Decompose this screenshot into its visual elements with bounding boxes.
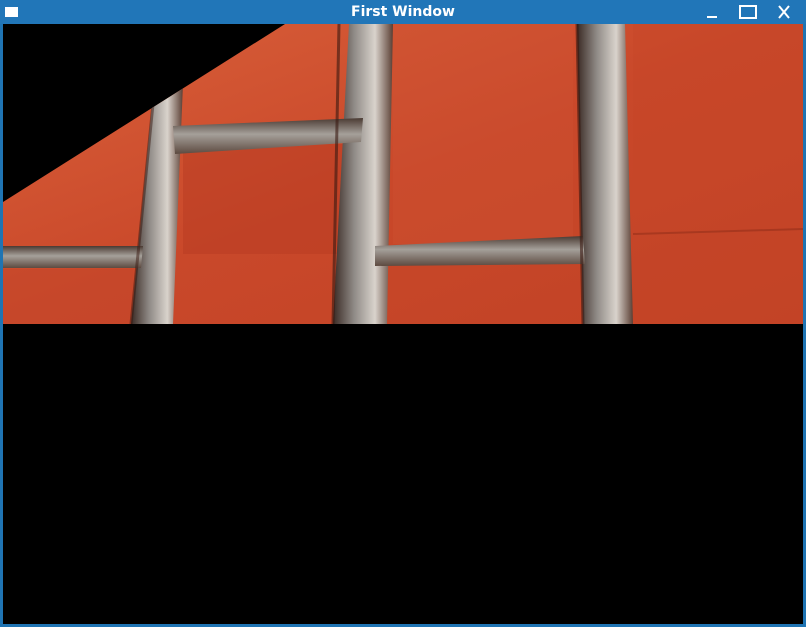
minimize-button[interactable] xyxy=(697,0,727,24)
close-button[interactable] xyxy=(769,0,799,24)
app-window: First Window xyxy=(0,0,806,627)
maximize-icon xyxy=(739,5,757,19)
close-icon xyxy=(778,5,790,19)
render-viewport[interactable] xyxy=(3,24,803,624)
window-title: First Window xyxy=(351,4,455,20)
maximize-button[interactable] xyxy=(733,0,763,24)
title-bar[interactable]: First Window xyxy=(0,0,806,24)
brick-texture-quad xyxy=(3,24,803,324)
minimize-icon xyxy=(707,16,717,18)
